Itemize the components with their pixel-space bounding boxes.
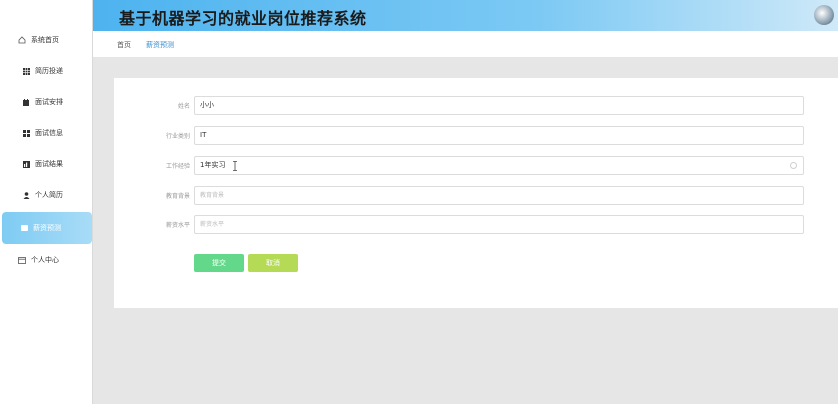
experience-label: 工作经验 — [165, 163, 190, 170]
salary-label: 薪资水平 — [165, 222, 190, 229]
sidebar-item-interview-result[interactable]: 面试结果 — [2, 149, 92, 179]
experience-value: 1年实习 — [200, 161, 226, 169]
sidebar: 系统首页 简历投递 面试安排 面试信息 面试结果 个人简历 薪资预测 个人中心 — [0, 0, 93, 404]
header: 基于机器学习的就业岗位推荐系统 — [93, 0, 838, 31]
page-title: 基于机器学习的就业岗位推荐系统 — [119, 9, 367, 28]
sidebar-item-label: 面试结果 — [35, 160, 63, 168]
sidebar-item-personal-center[interactable]: 个人中心 — [2, 245, 92, 275]
sidebar-item-label: 个人中心 — [31, 256, 59, 264]
avatar[interactable] — [814, 5, 834, 25]
sidebar-item-label: 简历投递 — [35, 67, 63, 75]
sidebar-item-personal-resume[interactable]: 个人简历 — [2, 180, 92, 210]
sidebar-item-label: 面试安排 — [35, 98, 63, 106]
blocks-icon — [22, 129, 30, 137]
sidebar-item-interview-info[interactable]: 面试信息 — [2, 118, 92, 148]
text-cursor-icon — [233, 161, 237, 171]
sidebar-item-interview-schedule[interactable]: 面试安排 — [2, 87, 92, 117]
chart-icon — [22, 160, 30, 168]
sidebar-item-resume-submit[interactable]: 简历投递 — [2, 56, 92, 86]
education-input[interactable]: 教育背景 — [194, 186, 804, 205]
clear-icon[interactable] — [790, 162, 797, 169]
education-label: 教育背景 — [165, 193, 190, 200]
form-row-name: 姓名 小小 — [114, 96, 838, 115]
industry-input[interactable]: IT — [194, 126, 804, 145]
cancel-button[interactable]: 取消 — [248, 254, 298, 272]
salary-input[interactable]: 薪资水平 — [194, 215, 804, 234]
sidebar-item-label: 系统首页 — [31, 36, 59, 44]
breadcrumb-home-link[interactable]: 首页 — [117, 40, 131, 50]
user-icon — [22, 191, 30, 199]
grid-icon — [22, 67, 30, 75]
home-icon — [18, 36, 26, 44]
window-icon — [18, 256, 26, 264]
card-icon — [20, 224, 28, 232]
form-row-industry: 行业类别 IT — [114, 126, 838, 145]
submit-button[interactable]: 提交 — [194, 254, 244, 272]
calendar-icon — [22, 98, 30, 106]
name-label: 姓名 — [177, 103, 190, 110]
form-row-education: 教育背景 教育背景 — [114, 186, 838, 205]
industry-label: 行业类别 — [165, 133, 190, 140]
name-input[interactable]: 小小 — [194, 96, 804, 115]
sidebar-item-home[interactable]: 系统首页 — [2, 25, 92, 55]
sidebar-item-label: 面试信息 — [35, 129, 63, 137]
breadcrumb-current: 薪资预测 — [146, 41, 174, 49]
breadcrumb: 首页 薪资预测 — [93, 31, 838, 57]
form-row-experience: 工作经验 1年实习 — [114, 156, 838, 175]
experience-select[interactable]: 1年实习 — [194, 156, 804, 175]
sidebar-item-label: 个人简历 — [35, 191, 63, 199]
sidebar-item-label: 薪资预测 — [33, 224, 61, 232]
salary-form-card: 姓名 小小 行业类别 IT 工作经验 1年实习 教育背景 教育背景 薪资水平 薪… — [114, 78, 838, 308]
form-row-salary: 薪资水平 薪资水平 — [114, 215, 838, 234]
sidebar-item-salary-prediction[interactable]: 薪资预测 — [2, 212, 92, 244]
